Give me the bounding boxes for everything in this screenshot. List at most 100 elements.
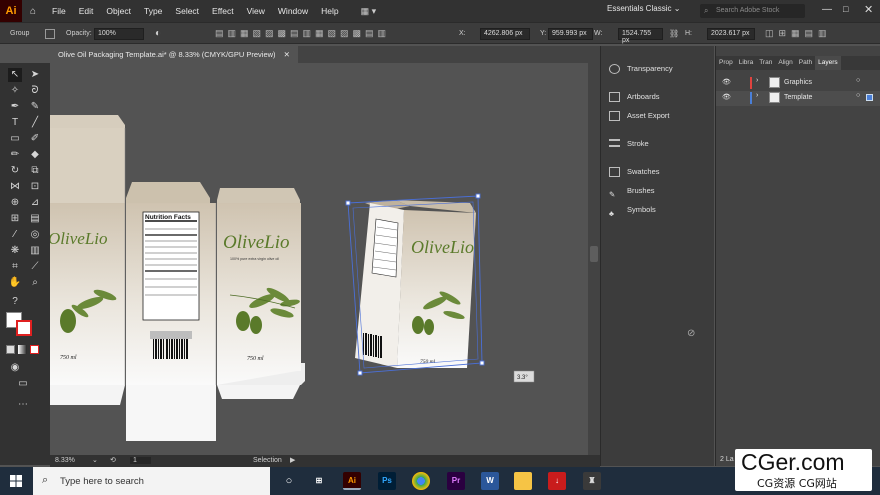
tab-pathfinder[interactable]: Path bbox=[796, 56, 815, 70]
vertical-scrollbar[interactable] bbox=[588, 63, 600, 455]
transform-icons[interactable]: ◫⊞▦▤▥ bbox=[765, 28, 832, 39]
chevron-right-icon[interactable]: › bbox=[756, 77, 758, 84]
dock-stroke[interactable]: Stroke bbox=[601, 135, 715, 153]
task-view-icon[interactable]: ○ bbox=[280, 472, 298, 490]
shape-builder-icon[interactable]: ⊕ bbox=[8, 196, 22, 210]
layer-row-graphics[interactable]: 👁 › Graphics ○ bbox=[716, 76, 880, 91]
selection-indicator[interactable] bbox=[866, 94, 873, 101]
status-arrow-icon[interactable]: ▶ bbox=[290, 456, 295, 464]
chevron-down-icon[interactable]: ⌄ bbox=[92, 456, 98, 464]
arrange-documents-icon[interactable]: ▦ ▾ bbox=[361, 6, 377, 17]
artboard-tool-icon[interactable]: ⌗ bbox=[8, 260, 22, 274]
zoom-tool-icon[interactable]: ⌕ bbox=[28, 276, 42, 290]
target-icon[interactable]: ○ bbox=[856, 77, 860, 84]
width-tool-icon[interactable]: ⋈ bbox=[8, 180, 22, 194]
menu-help[interactable]: Help bbox=[321, 6, 338, 16]
menu-effect[interactable]: Effect bbox=[212, 6, 234, 16]
home-icon[interactable]: ⌂ bbox=[30, 6, 36, 17]
maximize-button[interactable]: □ bbox=[843, 4, 848, 14]
curvature-tool-icon[interactable]: ✎ bbox=[28, 100, 42, 114]
rectangle-tool-icon[interactable]: ▭ bbox=[8, 132, 22, 146]
blend-tool-icon[interactable]: ◎ bbox=[28, 228, 42, 242]
dock-artboards[interactable]: Artboards bbox=[601, 88, 715, 106]
paintbrush-tool-icon[interactable]: ✐ bbox=[28, 132, 42, 146]
type-tool-icon[interactable]: T bbox=[8, 116, 22, 130]
x-input[interactable]: 4262.806 px bbox=[480, 28, 530, 40]
photoshop-app-icon[interactable]: Ps bbox=[378, 472, 396, 490]
close-tab-icon[interactable]: ✕ bbox=[284, 50, 290, 59]
menu-window[interactable]: Window bbox=[278, 6, 308, 16]
align-icons[interactable]: ▤▥▦▧▨▩▤▥▦▧▨▩▤▥ bbox=[215, 28, 390, 39]
word-app-icon[interactable]: W bbox=[481, 472, 499, 490]
eye-icon[interactable]: 👁 bbox=[722, 78, 731, 86]
illustrator-app-icon[interactable]: Ai bbox=[343, 472, 361, 490]
eyedropper-icon[interactable]: ⁄ bbox=[8, 228, 22, 242]
file-explorer-icon[interactable] bbox=[514, 472, 532, 490]
column-graph-icon[interactable]: ▥ bbox=[28, 244, 42, 258]
taskbar-search-input[interactable]: ⌕ Type here to search bbox=[33, 467, 270, 495]
hand-tool-icon[interactable]: ✋ bbox=[8, 276, 22, 290]
pen-tool-icon[interactable]: ✒ bbox=[8, 100, 22, 114]
menu-view[interactable]: View bbox=[247, 6, 265, 16]
artboard-nav-icon[interactable]: ⟲ bbox=[110, 456, 116, 464]
scroll-thumb[interactable] bbox=[590, 246, 598, 262]
rotate-tool-icon[interactable]: ↻ bbox=[8, 164, 22, 178]
opacity-input[interactable]: 100% bbox=[94, 28, 144, 40]
tab-libraries[interactable]: Libra bbox=[736, 56, 756, 70]
artboard-canvas[interactable]: OliveLio 750 ml Nutrition Facts OliveLio… bbox=[50, 63, 588, 455]
box-mockup[interactable]: OliveLio 750 ml bbox=[355, 200, 476, 368]
stock-search-input[interactable]: ⌕ Search Adobe Stock bbox=[700, 4, 805, 18]
more-tools-icon[interactable]: ⋯ bbox=[16, 398, 30, 412]
menu-type[interactable]: Type bbox=[144, 6, 162, 16]
artboard-number[interactable]: 1 bbox=[130, 457, 151, 464]
target-icon[interactable]: ○ bbox=[856, 92, 860, 99]
menu-select[interactable]: Select bbox=[175, 6, 199, 16]
line-tool-icon[interactable]: ╱ bbox=[28, 116, 42, 130]
dock-symbols[interactable]: ♣ Symbols bbox=[601, 201, 715, 219]
menu-edit[interactable]: Edit bbox=[79, 6, 94, 16]
zoom-level[interactable]: 8.33% bbox=[55, 457, 75, 464]
w-input[interactable]: 1524.755 px bbox=[618, 28, 663, 44]
eye-icon[interactable]: 👁 bbox=[722, 93, 731, 101]
direct-selection-tool-icon[interactable]: ➤ bbox=[28, 68, 42, 82]
layer-name[interactable]: Template bbox=[784, 94, 812, 101]
scale-tool-icon[interactable]: ⧉ bbox=[28, 164, 42, 178]
tab-properties[interactable]: Prop bbox=[716, 56, 736, 70]
slice-tool-icon[interactable]: ⟋ bbox=[28, 260, 42, 274]
dock-brushes[interactable]: ✎ Brushes bbox=[601, 182, 715, 200]
screen-mode-icon[interactable]: ▭ bbox=[16, 377, 30, 391]
chrome-app-icon[interactable] bbox=[412, 472, 430, 490]
close-button[interactable]: ✕ bbox=[864, 3, 873, 16]
magic-wand-icon[interactable]: ✧ bbox=[8, 84, 22, 98]
download-app-icon[interactable]: ↓ bbox=[548, 472, 566, 490]
selection-tool-icon[interactable]: ↖ bbox=[8, 68, 22, 82]
premiere-app-icon[interactable]: Pr bbox=[447, 472, 465, 490]
tab-align[interactable]: Align bbox=[775, 56, 795, 70]
workspace-switcher[interactable]: Essentials Classic ⌄ bbox=[607, 4, 687, 18]
chevron-right-icon[interactable]: › bbox=[756, 92, 758, 99]
menu-file[interactable]: File bbox=[52, 6, 66, 16]
gradient-swatch[interactable] bbox=[18, 345, 27, 354]
stroke-none-swatch[interactable] bbox=[16, 320, 32, 336]
document-tab[interactable]: Olive Oil Packaging Template.ai* @ 8.33%… bbox=[50, 46, 298, 63]
h-input[interactable]: 2023.617 px bbox=[707, 28, 755, 40]
layer-row-template[interactable]: 👁 › Template ○ bbox=[716, 91, 880, 106]
free-transform-icon[interactable]: ⊡ bbox=[28, 180, 42, 194]
none-swatch[interactable] bbox=[30, 345, 39, 354]
symbol-sprayer-icon[interactable]: ❋ bbox=[8, 244, 22, 258]
constrain-link-icon[interactable]: ⛓ bbox=[669, 29, 679, 38]
color-mode-swatches[interactable] bbox=[6, 345, 40, 355]
layer-name[interactable]: Graphics bbox=[784, 79, 812, 86]
tab-transform[interactable]: Tran bbox=[756, 56, 775, 70]
lasso-icon[interactable]: ᘐ bbox=[28, 84, 42, 98]
perspective-grid-icon[interactable]: ⊿ bbox=[28, 196, 42, 210]
tab-layers[interactable]: Layers bbox=[815, 56, 841, 70]
draw-mode-icon[interactable]: ◉ bbox=[8, 361, 22, 375]
task-manager-icon[interactable]: ⊞ bbox=[310, 472, 328, 490]
app-logo[interactable]: Ai bbox=[0, 0, 22, 22]
stroke-swatch[interactable] bbox=[45, 29, 55, 39]
recolor-icon[interactable]: ◐ bbox=[155, 28, 161, 39]
minimize-button[interactable]: — bbox=[822, 4, 832, 15]
gradient-tool-icon[interactable]: ▤ bbox=[28, 212, 42, 226]
dock-asset-export[interactable]: Asset Export bbox=[601, 107, 715, 125]
